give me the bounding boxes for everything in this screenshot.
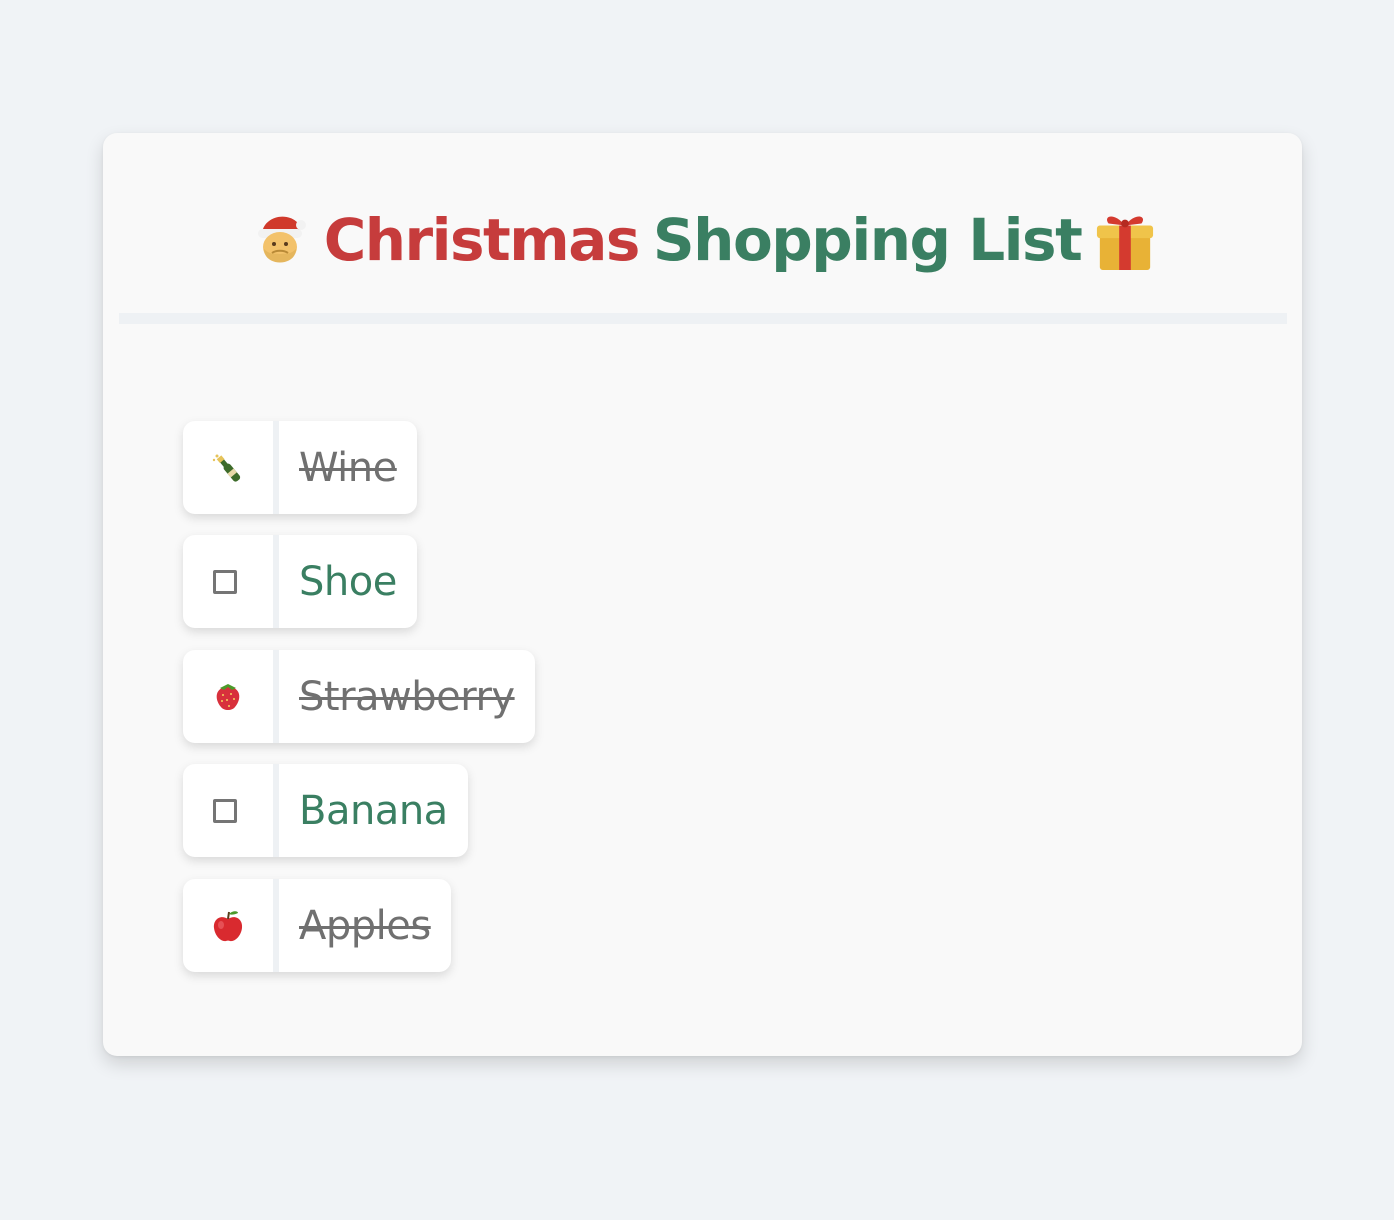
item-status-cell[interactable] [183, 421, 279, 514]
checkbox-icon[interactable] [213, 798, 237, 823]
list-item-shoe[interactable]: Shoe [183, 535, 417, 628]
checkbox-icon[interactable] [213, 569, 237, 594]
santa-icon [250, 205, 310, 275]
item-label: Apples [299, 902, 431, 949]
item-status-cell[interactable] [183, 764, 279, 857]
item-label: Strawberry [299, 673, 515, 720]
shopping-list-card: Christmas Shopping List Wine Shoe Strawb… [103, 133, 1302, 1056]
item-label: Banana [299, 787, 448, 834]
strawberry-icon [216, 683, 240, 710]
gift-icon [1095, 205, 1155, 275]
item-label: Wine [299, 444, 397, 491]
champagne-bottle-icon [212, 454, 241, 482]
list-item-strawberry[interactable]: Strawberry [183, 650, 535, 743]
title-christmas: Christmas [323, 206, 641, 274]
list-item-wine[interactable]: Wine [183, 421, 417, 514]
item-status-cell[interactable] [183, 650, 279, 743]
list-item-apples[interactable]: Apples [183, 879, 451, 972]
item-label: Shoe [299, 558, 397, 605]
list-item-banana[interactable]: Banana [183, 764, 468, 857]
title-shopping-list: Shopping List [652, 206, 1083, 274]
header-divider [119, 313, 1287, 324]
apple-icon [213, 910, 243, 941]
item-status-cell[interactable] [183, 879, 279, 972]
item-status-cell[interactable] [183, 535, 279, 628]
page-title: Christmas Shopping List [103, 195, 1302, 285]
